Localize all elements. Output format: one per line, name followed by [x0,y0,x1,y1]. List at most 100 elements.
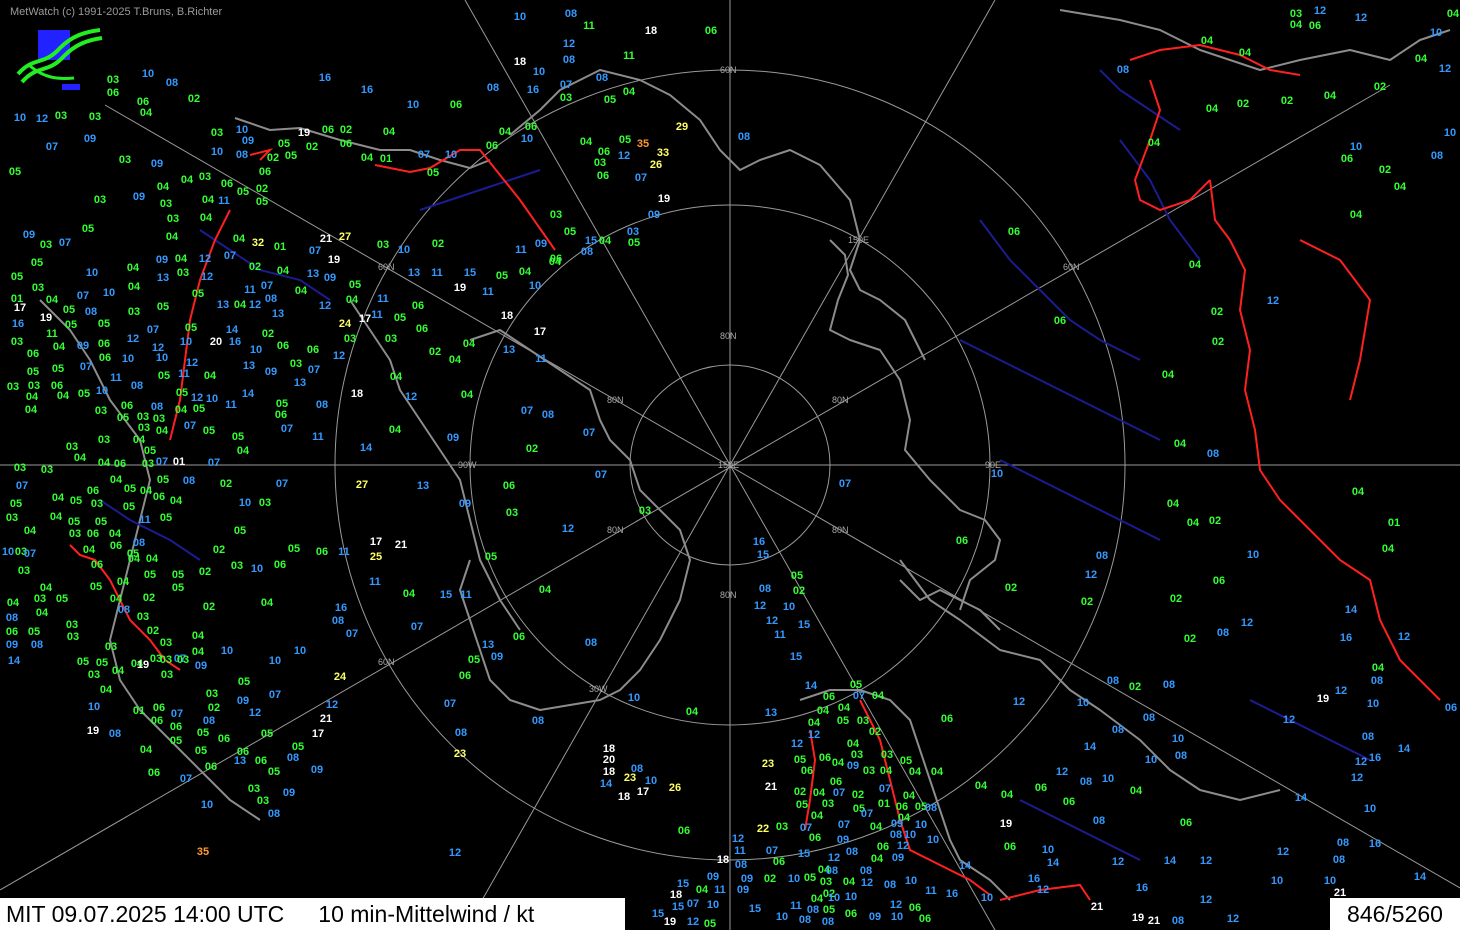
station-wind-value: 22 [757,823,769,835]
station-wind-value: 04 [109,528,122,540]
station-wind-value: 10 [628,692,640,704]
station-wind-value: 04 [237,445,250,457]
station-wind-value: 17 [312,728,324,740]
station-wind-value: 04 [140,107,153,119]
station-wind-value: 08 [85,306,97,318]
station-wind-value: 16 [1369,752,1381,764]
station-wind-value: 02 [1281,95,1293,107]
station-wind-value: 08 [236,149,248,161]
station-wind-value: 06 [340,138,352,150]
station-wind-value: 10 [927,834,939,846]
station-wind-value: 24 [339,318,352,330]
station-wind-value: 05 [238,676,250,688]
station-wind-value: 03 [66,619,78,631]
station-wind-value: 35 [637,138,649,150]
station-wind-value: 12 [201,271,213,283]
station-wind-value: 02 [526,443,538,455]
station-wind-value: 03 [153,413,165,425]
station-wind-value: 04 [1201,35,1214,47]
station-wind-value: 10 [529,280,541,292]
station-wind-value: 10 [445,149,457,161]
station-wind-value: 03 [290,358,302,370]
station-wind-value: 07 [583,427,595,439]
station-wind-value: 32 [252,237,264,249]
station-wind-value: 05 [157,301,169,313]
station-wind-value: 16 [527,84,539,96]
station-wind-value: 08 [287,752,299,764]
station-wind-value: 08 [542,409,554,421]
station-wind-value: 20 [603,754,615,766]
station-wind-value: 12 [127,333,139,345]
station-wind-value: 11 [244,284,256,296]
station-wind-value: 10 [788,873,800,885]
station-wind-value: 06 [1341,153,1353,165]
station-wind-value: 15 [798,619,810,631]
station-wind-value: 05 [496,270,508,282]
station-wind-value: 10 [1247,549,1259,561]
station-wind-value: 01 [173,456,185,468]
station-wind-value: 08 [316,399,328,411]
station-wind-value: 14 [1295,792,1308,804]
station-wind-value: 03 [776,821,788,833]
station-wind-value: 10 [251,563,263,575]
station-wind-value: 04 [808,717,821,729]
station-wind-value: 07 [171,708,183,720]
station-wind-value: 14 [242,388,255,400]
station-wind-value: 03 [40,239,52,251]
station-wind-value: 08 [151,401,163,413]
station-wind-value: 09 [151,158,163,170]
station-wind-value: 04 [872,690,885,702]
station-wind-value: 04 [811,810,824,822]
station-wind-value: 10 [206,393,218,405]
station-wind-value: 26 [669,782,681,794]
station-wind-value: 03 [6,512,18,524]
station-wind-value: 06 [1054,315,1066,327]
station-wind-value: 08 [884,879,896,891]
station-wind-value: 06 [1004,841,1016,853]
station-wind-value: 10 [905,875,917,887]
station-wind-value: 01 [274,241,286,253]
station-wind-value: 09 [324,272,336,284]
station-wind-value: 12 [1267,295,1279,307]
station-wind-value: 25 [370,551,382,563]
station-wind-value: 10 [86,267,98,279]
station-wind-value: 06 [877,841,889,853]
station-wind-value: 18 [717,854,729,866]
station-wind-value: 04 [1239,47,1252,59]
station-wind-value: 04 [110,474,123,486]
station-wind-value: 14 [1084,741,1097,753]
station-wind-value: 09 [6,639,18,651]
station-wind-value: 09 [847,760,859,772]
station-wind-value: 02 [1237,98,1249,110]
station-wind-value: 18 [645,25,657,37]
station-wind-value: 05 [197,727,209,739]
station-wind-value: 06 [919,913,931,925]
station-wind-value: 07 [861,808,873,820]
station-wind-value: 04 [50,511,63,523]
station-wind-value: 15 [757,549,769,561]
station-wind-value: 06 [259,166,271,178]
station-wind-value: 12 [732,833,744,845]
station-wind-value: 03 [11,336,23,348]
station-wind-value: 05 [485,551,497,563]
station-wind-value: 02 [340,124,352,136]
station-wind-value: 16 [1369,838,1381,850]
station-wind-value: 10 [407,99,419,111]
station-wind-value: 05 [65,319,77,331]
station-wind-value: 04 [98,457,111,469]
station-wind-value: 14 [1345,604,1358,616]
station-wind-value: 06 [153,491,165,503]
station-wind-value: 04 [449,354,462,366]
station-wind-value: 20 [210,336,222,348]
station-wind-value: 04 [1167,498,1180,510]
station-wind-value: 06 [525,121,537,133]
station-wind-value: 12 [1351,772,1363,784]
station-wind-value: 03 [32,282,44,294]
station-wind-value: 05 [232,431,244,443]
station-wind-value: 05 [619,134,631,146]
station-wind-value: 02 [1374,81,1386,93]
station-wind-value: 04 [389,424,402,436]
station-wind-value: 15 [798,848,810,860]
grid-label-80n-sw: 80N [607,525,624,535]
station-wind-value: 07 [411,621,423,633]
